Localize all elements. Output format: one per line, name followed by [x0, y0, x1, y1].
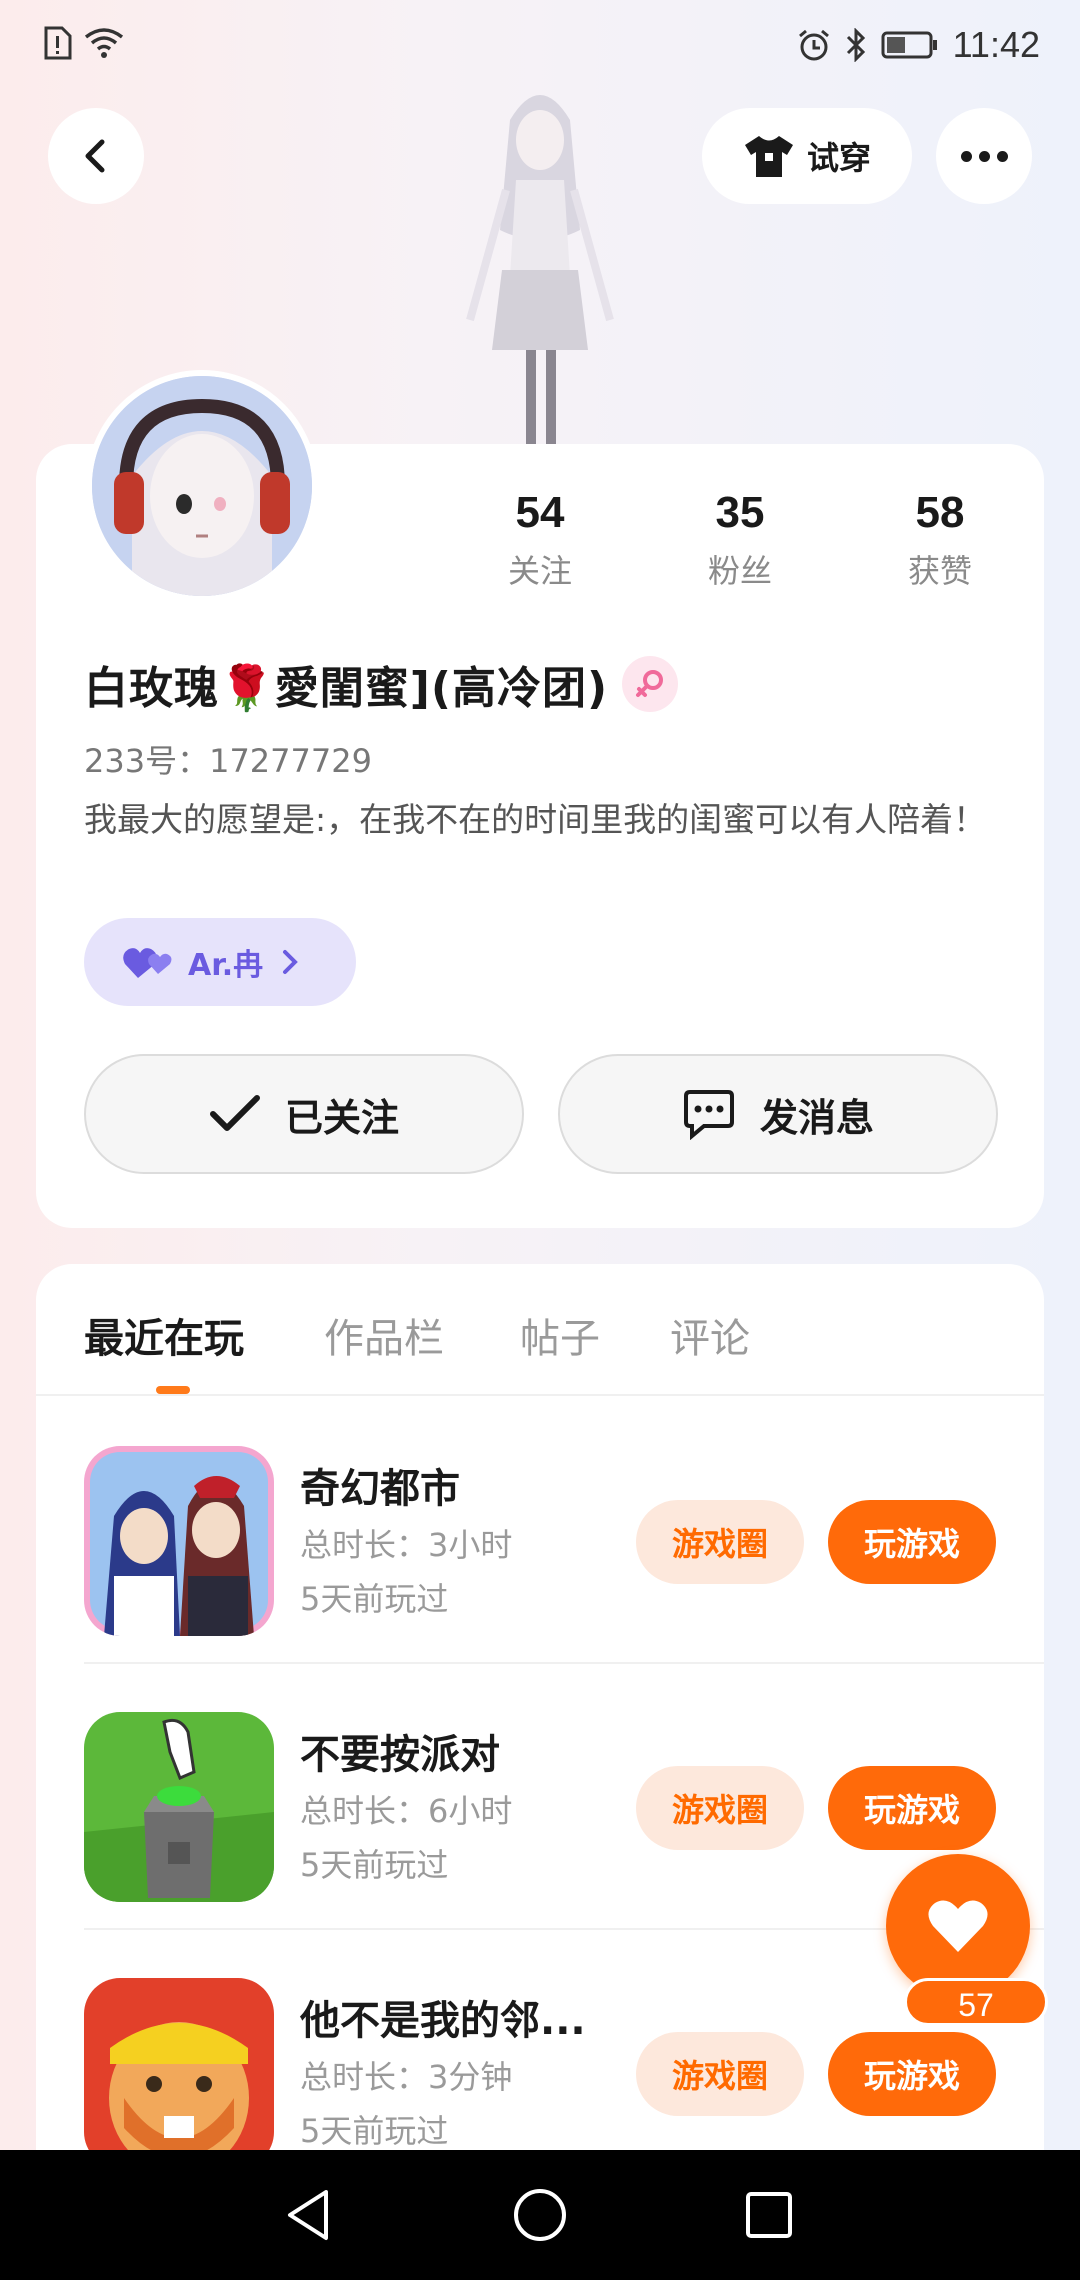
user-id: 233号：17277729 — [84, 742, 372, 780]
game-row[interactable]: 奇幻都市 总时长：3小时 5天前玩过 游戏圈 玩游戏 — [84, 1398, 1044, 1664]
game-last-played: 5天前玩过 — [300, 1846, 449, 1884]
checkmark-icon — [209, 1095, 260, 1131]
game-circle-button[interactable]: 游戏圈 — [636, 2032, 804, 2116]
play-game-button[interactable]: 玩游戏 — [828, 2032, 996, 2116]
system-nav-bar — [0, 2150, 1080, 2280]
dont-press-party-game-icon — [84, 1712, 274, 1902]
chevron-left-icon — [85, 139, 105, 173]
chat-bubble-icon — [683, 1090, 734, 1140]
more-dot-icon — [996, 150, 1008, 162]
stat-following[interactable]: 54 关注 — [440, 488, 640, 592]
stat-likes[interactable]: 58 获赞 — [840, 488, 1040, 592]
nickname-part1: 白玫瑰 — [84, 663, 219, 714]
play-game-button[interactable]: 玩游戏 — [828, 1766, 996, 1850]
like-count-badge: 57 — [904, 1978, 1048, 2026]
back-button[interactable] — [48, 108, 144, 204]
stat-label: 获赞 — [907, 552, 972, 590]
more-dot-icon — [960, 150, 972, 162]
triangle-back-icon — [288, 2190, 328, 2240]
profile-stats: 54 关注 35 粉丝 58 获赞 — [440, 488, 1040, 592]
stat-value: 54 — [515, 488, 565, 537]
send-message-button[interactable]: 发消息 — [558, 1054, 998, 1174]
avatar-image — [92, 376, 312, 596]
like-button[interactable] — [886, 1854, 1030, 1998]
profile-tabs: 最近在玩 作品栏 帖子 评论 — [36, 1264, 1044, 1396]
not-my-neighbor-game-icon — [84, 1978, 274, 2164]
nickname-row: 白玫瑰🌹愛閨蜜](高冷团) — [84, 652, 679, 716]
nav-back-button[interactable] — [274, 2180, 344, 2250]
square-recents-icon — [746, 2192, 792, 2238]
game-circle-button[interactable]: 游戏圈 — [636, 1766, 804, 1850]
avatar[interactable] — [86, 370, 318, 602]
nav-home-button[interactable] — [505, 2180, 575, 2250]
game-icon — [84, 1978, 274, 2164]
bio: 我最大的愿望是:，在我不在的时间里我的闺蜜可以有人陪着！ — [84, 800, 987, 839]
try-on-label: 试穿 — [806, 139, 871, 177]
tab-works[interactable]: 作品栏 — [324, 1306, 444, 1364]
tab-posts[interactable]: 帖子 — [520, 1306, 600, 1364]
game-icon — [84, 1712, 274, 1902]
heart-icon — [928, 1900, 988, 1952]
game-name: 他不是我的邻... — [300, 1998, 586, 2044]
female-gender-icon — [622, 656, 679, 712]
play-game-button[interactable]: 玩游戏 — [828, 1500, 996, 1584]
circle-home-icon — [514, 2189, 566, 2241]
tshirt-icon — [744, 136, 793, 177]
following-button[interactable]: 已关注 — [84, 1054, 524, 1174]
stat-value: 58 — [915, 488, 965, 537]
more-options-button[interactable] — [936, 108, 1032, 204]
game-duration: 总时长：3小时 — [300, 1526, 513, 1564]
game-circle-button[interactable]: 游戏圈 — [636, 1500, 804, 1584]
stat-value: 35 — [715, 488, 765, 537]
stat-label: 粉丝 — [707, 552, 772, 590]
tab-active-indicator — [156, 1386, 190, 1394]
game-icon — [84, 1446, 274, 1636]
relation-pill[interactable]: Ar.冉 — [84, 918, 356, 1006]
nickname-part2: 愛閨蜜](高冷团) — [274, 663, 609, 714]
game-last-played: 5天前玩过 — [300, 2112, 449, 2150]
chevron-right-icon — [283, 950, 298, 974]
nickname: 白玫瑰🌹愛閨蜜](高冷团) — [84, 652, 608, 716]
character-avatar-3d — [466, 95, 614, 460]
tab-recently-played[interactable]: 最近在玩 — [84, 1306, 244, 1364]
stat-followers[interactable]: 35 粉丝 — [640, 488, 840, 592]
stat-label: 关注 — [507, 552, 572, 590]
recent-games-card: 最近在玩 作品栏 帖子 评论 奇幻都市 总时长：3小时 5天前玩过 游戏圈 玩游… — [36, 1264, 1044, 2164]
send-message-label: 发消息 — [759, 1095, 874, 1140]
game-name: 不要按派对 — [300, 1732, 500, 1778]
double-heart-icon — [123, 948, 172, 978]
more-dot-icon — [978, 150, 990, 162]
try-on-button[interactable]: 试穿 — [702, 108, 912, 204]
fantasy-city-game-icon — [84, 1446, 274, 1636]
tab-comments[interactable]: 评论 — [670, 1306, 750, 1364]
female-symbol-icon — [636, 670, 664, 697]
nav-recents-button[interactable] — [734, 2180, 804, 2250]
game-last-played: 5天前玩过 — [300, 1580, 449, 1618]
game-name: 奇幻都市 — [300, 1466, 460, 1512]
rose-emoji: 🌹 — [219, 663, 275, 714]
game-duration: 总时长：6小时 — [300, 1792, 513, 1830]
following-label: 已关注 — [284, 1095, 399, 1140]
game-duration: 总时长：3分钟 — [300, 2058, 513, 2096]
relation-name: Ar.冉 — [188, 948, 264, 983]
